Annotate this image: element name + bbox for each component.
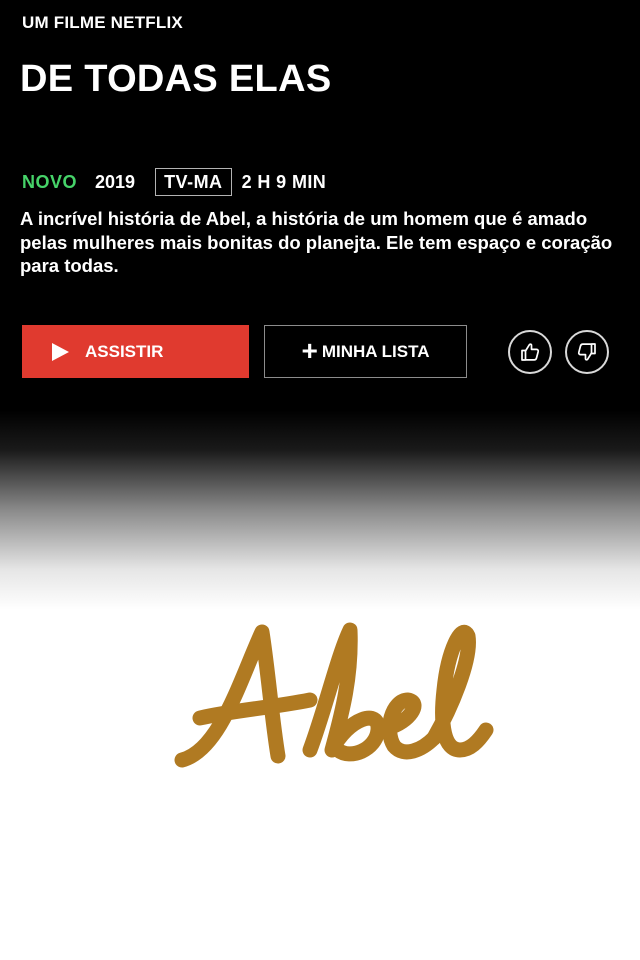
thumbs-down-icon [577, 343, 596, 361]
thumbs-up-icon [521, 343, 540, 361]
like-button[interactable] [508, 330, 552, 374]
play-icon [52, 342, 69, 361]
plus-icon: + [301, 334, 318, 366]
brand-label: UM FILME NETFLIX [22, 13, 183, 32]
play-button[interactable]: ASSISTIR [22, 325, 249, 378]
add-to-list-button[interactable]: + MINHA LISTA [264, 325, 467, 378]
new-badge: NOVO [22, 171, 78, 192]
title-logo [174, 622, 494, 768]
synopsis: A incrível história de Abel, a história … [20, 208, 613, 276]
dislike-button[interactable] [565, 330, 609, 374]
duration: 2 H 9 MIN [241, 171, 327, 192]
page-title: DE TODAS ELAS [20, 58, 332, 100]
play-button-label: ASSISTIR [85, 341, 164, 361]
add-to-list-label: MINHA LISTA [321, 341, 430, 361]
maturity-rating: TV-MA [155, 168, 232, 196]
release-year: 2019 [95, 171, 136, 192]
meta-row: NOVO 2019 TV-MA 2 H 9 MIN [22, 167, 326, 197]
